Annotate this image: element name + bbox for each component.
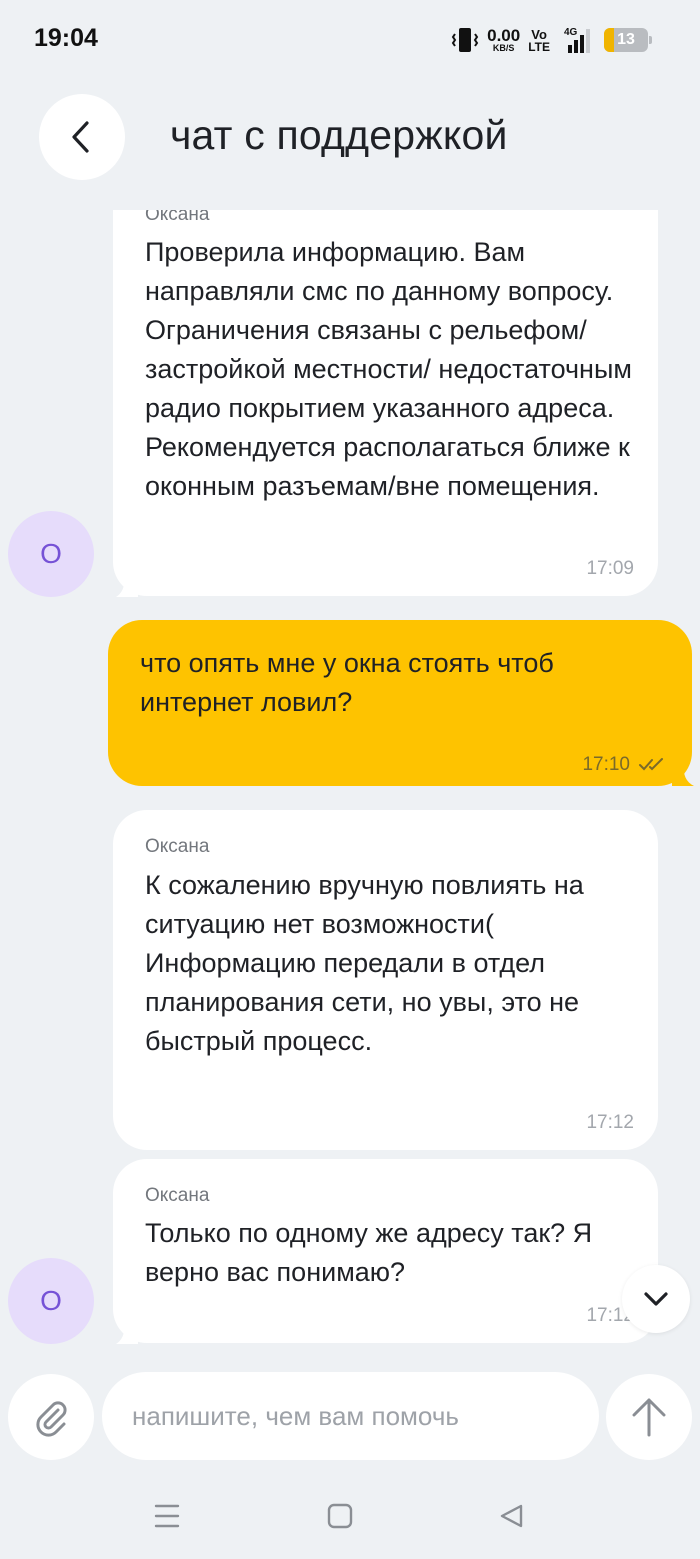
message-incoming[interactable]: Оксана К сожалению вручную повлиять на с…: [113, 810, 658, 1150]
bubble-tail: [116, 575, 138, 597]
double-check-icon: [639, 758, 663, 771]
message-time: 17:10: [582, 754, 630, 775]
avatar: О: [8, 1258, 94, 1344]
battery-icon: 13: [604, 28, 652, 52]
arrow-up-icon: [632, 1398, 666, 1437]
system-back-button[interactable]: [492, 1496, 532, 1536]
message-text: Проверила информацию. Вам направляли смс…: [145, 237, 632, 501]
status-bar: 19:04 0.00 KB/S Vo LTE 4G 13: [0, 0, 700, 80]
scroll-down-button[interactable]: [622, 1265, 690, 1333]
chevron-left-icon: [72, 121, 89, 153]
message-sender: Оксана: [145, 836, 210, 857]
home-button[interactable]: [320, 1496, 360, 1536]
network-type: 4G: [564, 27, 578, 38]
system-nav-bar: [0, 1480, 700, 1559]
message-text: что опять мне у окна стоять чтоб интерне…: [140, 648, 554, 717]
recents-button[interactable]: [147, 1496, 187, 1536]
square-icon: [327, 1503, 353, 1529]
triangle-back-icon: [500, 1504, 523, 1528]
page-title: чат с поддержкой: [170, 112, 508, 158]
message-sender: Оксана: [145, 1185, 210, 1206]
message-text: К сожалению вручную повлиять на ситуацию…: [145, 870, 584, 1056]
message-time: 17:09: [586, 558, 634, 579]
avatar: О: [8, 511, 94, 597]
vibrate-icon: [451, 25, 479, 55]
battery-level: 13: [617, 31, 635, 48]
menu-icon: [154, 1504, 180, 1528]
signal-icon: 4G: [558, 25, 592, 55]
chat-messages[interactable]: Оксана Проверила информацию. Вам направл…: [0, 210, 700, 1360]
status-time: 19:04: [34, 24, 98, 52]
message-input[interactable]: [102, 1372, 599, 1460]
paperclip-icon: [36, 1401, 67, 1437]
message-incoming[interactable]: Оксана Только по одному же адресу так? Я…: [113, 1159, 658, 1343]
message-incoming[interactable]: Оксана Проверила информацию. Вам направл…: [113, 210, 658, 596]
chevron-down-icon: [644, 1292, 668, 1306]
attach-button[interactable]: [8, 1374, 94, 1460]
network-speed: 0.00 KB/S: [487, 26, 521, 53]
bubble-tail: [116, 1322, 138, 1344]
bubble-tail: [672, 764, 694, 786]
message-outgoing[interactable]: что опять мне у окна стоять чтоб интерне…: [108, 620, 692, 786]
message-time: 17:12: [586, 1112, 634, 1133]
back-button[interactable]: [39, 94, 125, 180]
volte-indicator: Vo LTE: [528, 26, 550, 54]
message-text: Только по одному же адресу так? Я верно …: [145, 1218, 593, 1287]
message-sender: Оксана: [145, 210, 210, 225]
status-icons: 0.00 KB/S Vo LTE 4G 13: [451, 24, 652, 56]
send-button[interactable]: [606, 1374, 692, 1460]
